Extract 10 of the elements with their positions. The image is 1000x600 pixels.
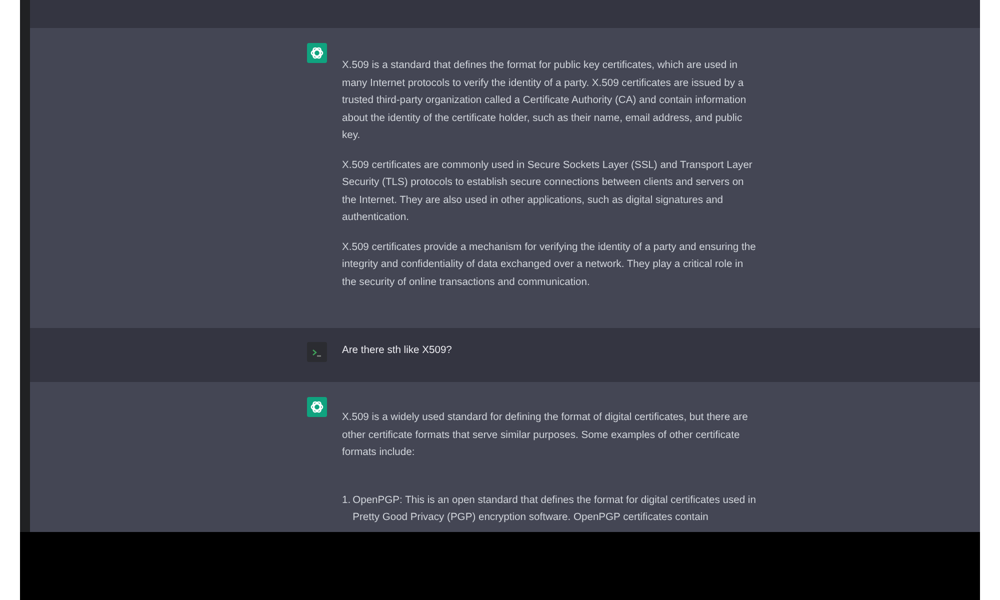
assistant-logo-icon (307, 43, 327, 63)
list-number: 1. (342, 494, 351, 508)
message-text: X.509 is a widely used standard for defining the format of digital certificates, but there are other certificate formats that serve similar purposes. Some examples of other certificate formats include: (342, 411, 749, 460)
terminal-avatar-icon (307, 342, 327, 362)
list-item-text: OpenPGP: This is an open standard that defines the format for digital certificates used in Pretty Good Privacy (PGP) encryption software. OpenPGP certificates contain (352, 494, 757, 525)
message-text: X.509 certificates provide a mechanism for verifying the identity of a party and ensuring the integrity and confidentiality of data exchanged over a network. They play a critical role in the security of online transactions and communication. (342, 240, 757, 290)
message-text: Are there sth like X509? (342, 344, 453, 358)
message-text: X.509 certificates are commonly used in Secure Sockets Layer (SSL) and Transport Layer Security (TLS) protocols to establish secure connections between clients and servers on the Internet. They are also used in other applications, such as digital signatures and authentication. (342, 158, 754, 225)
message-text: X.509 is a standard that defines the format for public key certificates, which are used in many Internet protocols to verify the identity of a party. X.509 certificates are issued by a trusted third-party organization called a Certificate Authority (CA) and contain information about the identity of the certificate holder, such as their name, email address, and public key. (342, 59, 748, 143)
assistant-logo-icon (307, 397, 327, 417)
